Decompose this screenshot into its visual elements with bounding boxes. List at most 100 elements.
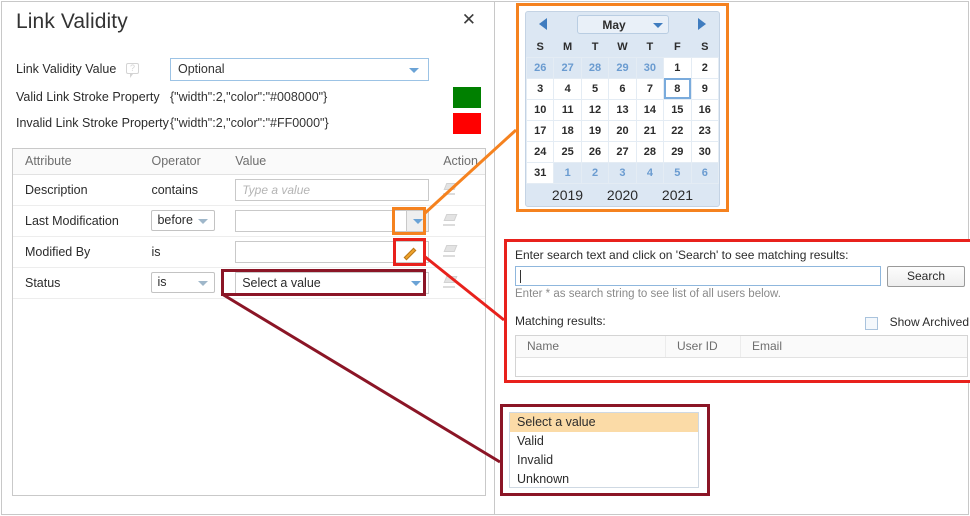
year-option[interactable]: 2019 xyxy=(552,187,583,203)
calendar-grid[interactable]: S M T W T F S 26 27 28 29 30 1 2 3 4 5 6 7 8 9 10 11 12 13 14 15 16… xyxy=(525,38,720,184)
eraser-icon[interactable] xyxy=(443,244,458,257)
calendar-day[interactable]: 22 xyxy=(663,119,692,142)
eraser-icon[interactable] xyxy=(443,275,458,288)
help-bubble-icon[interactable]: ? xyxy=(126,63,139,78)
calendar-year-strip: 2019 2020 2021 xyxy=(526,187,719,203)
property-row-valid-stroke: Valid Link Stroke Property {"width":2,"c… xyxy=(2,86,494,110)
list-item[interactable]: Valid xyxy=(510,432,698,451)
calendar-day[interactable]: 27 xyxy=(608,140,637,163)
column-header-email: Email xyxy=(752,339,783,353)
chevron-down-icon[interactable] xyxy=(411,280,422,286)
year-option[interactable]: 2021 xyxy=(662,187,693,203)
cell-attribute: Status xyxy=(13,267,140,299)
weekday-label: W xyxy=(617,41,628,54)
chevron-down-icon[interactable] xyxy=(653,23,663,28)
table-row: Status is Select a value xyxy=(13,267,485,299)
close-icon[interactable]: ✕ xyxy=(462,12,476,29)
calendar-day[interactable]: 1 xyxy=(663,56,692,79)
search-prompt: Enter search text and click on 'Search' … xyxy=(515,248,849,262)
calendar-day[interactable]: 10 xyxy=(525,98,555,121)
chevron-down-icon[interactable] xyxy=(198,281,209,286)
calendar-day[interactable]: 24 xyxy=(525,140,555,163)
criteria-table-container: Attribute Operator Value Action Descript… xyxy=(12,148,486,496)
calendar-day[interactable]: 14 xyxy=(635,98,665,121)
property-label: Invalid Link Stroke Property xyxy=(16,116,169,130)
calendar-day[interactable]: 3 xyxy=(525,77,555,100)
chevron-left-icon[interactable] xyxy=(539,18,547,30)
link-validity-value-combobox[interactable]: Optional xyxy=(170,58,429,81)
eraser-icon[interactable] xyxy=(443,182,458,195)
calendar-day[interactable]: 27 xyxy=(553,56,582,79)
page-title: Link Validity xyxy=(16,10,128,33)
calendar-day[interactable]: 26 xyxy=(525,56,555,79)
calendar-day[interactable]: 25 xyxy=(553,140,582,163)
calendar-day[interactable]: 28 xyxy=(580,56,610,79)
modified-by-user-input[interactable] xyxy=(235,240,430,264)
property-label: Valid Link Stroke Property xyxy=(16,90,160,104)
calendar-day[interactable]: 29 xyxy=(608,56,637,79)
show-archived-checkbox[interactable] xyxy=(865,317,878,330)
chevron-down-icon[interactable] xyxy=(413,218,424,224)
calendar-day[interactable]: 29 xyxy=(663,140,692,163)
calendar-day[interactable]: 16 xyxy=(690,98,720,121)
table-header-row: Attribute Operator Value Action xyxy=(13,149,485,175)
list-item[interactable]: Unknown xyxy=(510,470,698,489)
calendar-day[interactable]: 4 xyxy=(553,77,582,100)
calendar-day[interactable]: 13 xyxy=(608,98,637,121)
calendar-day[interactable]: 15 xyxy=(663,98,692,121)
chevron-down-icon[interactable] xyxy=(409,68,419,73)
operator-combobox[interactable]: is xyxy=(151,272,216,293)
calendar-day[interactable]: 30 xyxy=(635,56,665,79)
calendar-weekday-row: SMTWTFS xyxy=(527,38,719,57)
calendar-day[interactable]: 5 xyxy=(580,77,610,100)
calendar-day[interactable]: 9 xyxy=(690,77,720,100)
status-option-list[interactable]: Select a value Valid Invalid Unknown xyxy=(509,412,699,488)
chevron-down-icon[interactable] xyxy=(198,219,209,224)
calendar-day[interactable]: 11 xyxy=(553,98,582,121)
cell-action xyxy=(429,205,485,237)
date-picker-button[interactable] xyxy=(406,210,429,231)
calendar-day[interactable]: 2 xyxy=(690,56,720,79)
operator-combobox[interactable]: before xyxy=(151,210,216,231)
calendar-day[interactable]: 12 xyxy=(580,98,610,121)
calendar-day[interactable]: 7 xyxy=(635,77,665,100)
eraser-icon[interactable] xyxy=(443,213,458,226)
calendar-day[interactable]: 18 xyxy=(553,119,582,142)
list-item[interactable]: Select a value xyxy=(510,413,698,432)
calendar-day[interactable]: 28 xyxy=(635,140,665,163)
chevron-right-icon[interactable] xyxy=(698,18,706,30)
calendar-day[interactable]: 26 xyxy=(580,140,610,163)
description-value-input[interactable]: Type a value xyxy=(235,178,430,201)
calendar-day[interactable]: 20 xyxy=(608,119,637,142)
calendar-day[interactable]: 6 xyxy=(608,77,637,100)
calendar-week-row: 17 18 19 20 21 22 23 xyxy=(525,119,720,142)
status-value-select[interactable]: Select a value xyxy=(235,271,430,294)
show-archived-label: Show Archived xyxy=(889,315,969,329)
calendar-day[interactable]: 5 xyxy=(663,161,692,184)
year-option[interactable]: 2020 xyxy=(607,187,638,203)
calendar-day-selected[interactable]: 8 xyxy=(663,77,692,100)
calendar-day[interactable]: 21 xyxy=(635,119,665,142)
pencil-icon[interactable] xyxy=(403,244,425,264)
month-selector[interactable]: May xyxy=(577,15,669,34)
last-modification-date-input[interactable] xyxy=(235,209,430,232)
column-header-value: Value xyxy=(223,149,430,175)
calendar-day[interactable]: 4 xyxy=(635,161,665,184)
combobox-value: Optional xyxy=(178,62,225,76)
list-item[interactable]: Invalid xyxy=(510,451,698,470)
calendar-week-row: 26 27 28 29 30 1 2 xyxy=(525,56,720,79)
operator-value: before xyxy=(157,213,193,227)
calendar-day[interactable]: 3 xyxy=(608,161,637,184)
search-button[interactable]: Search xyxy=(887,266,965,287)
property-value: {"width":2,"color":"#FF0000"} xyxy=(170,116,329,130)
calendar-day[interactable]: 6 xyxy=(690,161,720,184)
calendar-day[interactable]: 23 xyxy=(690,119,720,142)
search-input[interactable] xyxy=(515,266,881,286)
calendar-day[interactable]: 31 xyxy=(525,161,555,184)
calendar-day[interactable]: 1 xyxy=(553,161,582,184)
user-search-callout: Enter search text and click on 'Search' … xyxy=(504,239,970,383)
calendar-day[interactable]: 17 xyxy=(525,119,555,142)
calendar-day[interactable]: 2 xyxy=(580,161,610,184)
calendar-day[interactable]: 30 xyxy=(690,140,720,163)
calendar-day[interactable]: 19 xyxy=(580,119,610,142)
